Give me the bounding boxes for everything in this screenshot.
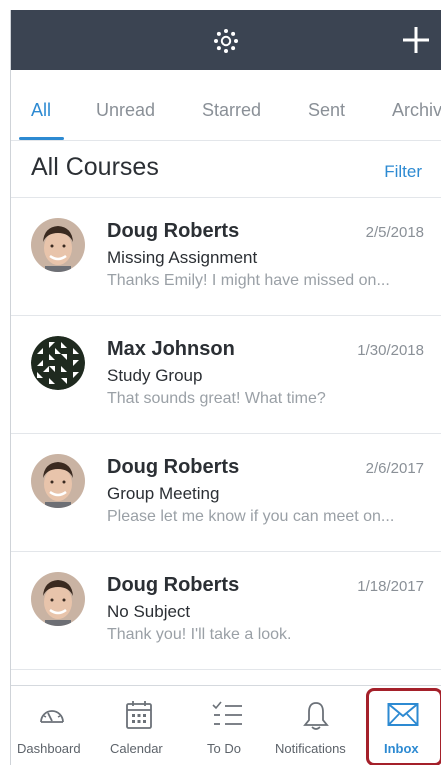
message-subject: Study Group [107, 366, 203, 385]
nav-dashboard[interactable]: Dashboard [11, 686, 93, 765]
avatar [31, 454, 85, 508]
message-preview: Please let me know if you can meet on... [107, 508, 395, 525]
nav-label: Notifications [275, 741, 346, 756]
todo-icon [212, 701, 242, 725]
nav-notifications[interactable]: Notifications [273, 686, 363, 765]
message-subject: Missing Assignment [107, 248, 258, 267]
section-header: All Courses Filter [11, 141, 441, 198]
message-date: 2/6/2017 [365, 460, 424, 477]
message-row[interactable]: Doug Roberts 2/5/2018 Missing Assignment… [11, 198, 441, 316]
tab-unread[interactable]: Unread [96, 100, 155, 121]
plus-icon [403, 27, 429, 53]
message-subject: No Subject [107, 602, 191, 621]
message-preview: Thank you! I'll take a look. [107, 626, 292, 643]
avatar [31, 218, 85, 272]
nav-label: Calendar [110, 741, 163, 756]
avatar [31, 572, 85, 626]
avatar [31, 336, 85, 390]
message-row[interactable]: Doug Roberts 2/6/2017 Group Meeting Plea… [11, 434, 441, 552]
message-preview: That sounds great! What time? [107, 390, 326, 407]
bottom-tab-bar: Dashboard Calendar To Do Notifications I… [11, 685, 441, 765]
top-bar [11, 10, 441, 70]
inbox-icon [387, 703, 419, 726]
dashboard-icon [40, 710, 64, 723]
nav-label: Inbox [384, 741, 419, 756]
compose-button[interactable] [398, 22, 434, 58]
message-date: 1/18/2017 [357, 578, 424, 595]
active-tab-indicator [19, 137, 64, 140]
tab-archived[interactable]: Archiv [392, 100, 441, 121]
message-date: 2/5/2018 [365, 224, 424, 241]
sender-name: Doug Roberts [107, 456, 240, 478]
message-filter-tabs: All Unread Starred Sent Archiv [11, 70, 441, 141]
nav-inbox[interactable]: Inbox [369, 686, 437, 765]
nav-label: Dashboard [17, 741, 81, 756]
nav-label: To Do [207, 741, 241, 756]
message-row[interactable]: Max Johnson 1/30/2018 Study Group That s… [11, 316, 441, 434]
message-row[interactable]: Doug Roberts 1/18/2017 No Subject Thank … [11, 552, 441, 670]
sender-name: Doug Roberts [107, 220, 240, 242]
nav-calendar[interactable]: Calendar [99, 686, 179, 765]
tab-sent[interactable]: Sent [308, 100, 345, 121]
sender-name: Max Johnson [107, 338, 235, 360]
nav-todo[interactable]: To Do [191, 686, 263, 765]
message-preview: Thanks Emily! I might have missed on... [107, 272, 390, 289]
section-title: All Courses [31, 153, 159, 181]
sender-name: Doug Roberts [107, 574, 240, 596]
bell-icon [303, 702, 329, 730]
calendar-icon [126, 701, 152, 729]
canvas-logo-icon [214, 29, 238, 53]
tab-starred[interactable]: Starred [202, 100, 261, 121]
message-subject: Group Meeting [107, 484, 220, 503]
message-date: 1/30/2018 [357, 342, 424, 359]
filter-button[interactable]: Filter [384, 162, 422, 182]
app-screen: All Unread Starred Sent Archiv All Cours… [10, 10, 441, 765]
tab-all[interactable]: All [31, 100, 51, 121]
